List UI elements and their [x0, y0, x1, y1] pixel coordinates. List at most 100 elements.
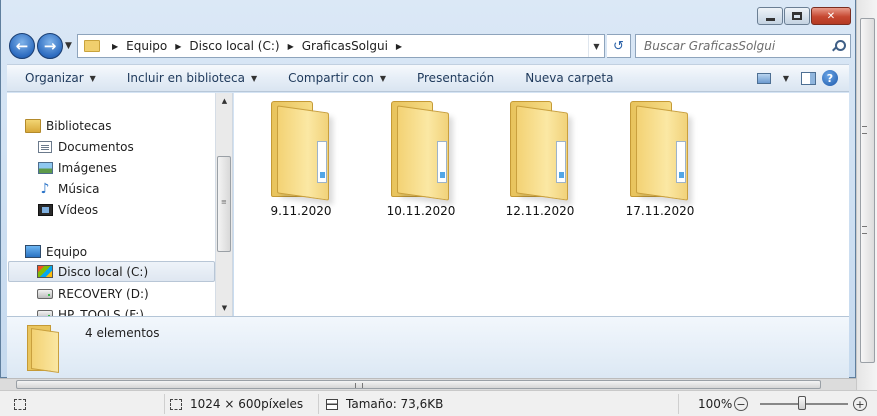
folder-name: 9.11.2020 — [270, 204, 332, 218]
chevron-down-icon: ▼ — [89, 73, 96, 83]
change-view-button[interactable] — [755, 70, 773, 86]
outer-horizontal-scroll-thumb[interactable] — [16, 380, 821, 389]
nav-item-imagenes[interactable]: Imágenes — [37, 157, 215, 178]
view-tools: ▼ ? — [755, 70, 849, 86]
outer-vertical-scrollbar[interactable] — [856, 0, 877, 390]
search-field[interactable]: Buscar GraficasSolgui — [635, 34, 851, 58]
maximize-icon — [792, 12, 802, 20]
refresh-icon: ↺ — [613, 38, 624, 54]
chevron-down-icon: ▼ — [593, 41, 600, 51]
folder-item[interactable]: 10.11.2020 — [376, 101, 466, 218]
address-bar[interactable]: ▶ Equipo ▶ Disco local (C:) ▶ GraficasSo… — [77, 34, 605, 58]
pictures-icon — [37, 161, 53, 174]
chevron-down-icon: ▼ — [251, 73, 258, 83]
nav-item-equipo[interactable]: Equipo — [25, 241, 215, 262]
help-button[interactable]: ? — [821, 70, 839, 86]
nav-item-label: RECOVERY (D:) — [58, 286, 149, 301]
folder-icon — [27, 325, 63, 373]
breadcrumb-disco-local[interactable]: Disco local (C:) — [189, 39, 279, 53]
nav-item-musica[interactable]: ♪ Música — [37, 178, 215, 199]
preview-pane-icon — [800, 71, 816, 85]
chevron-right-icon[interactable]: ▶ — [112, 42, 118, 51]
videos-icon — [37, 203, 53, 216]
file-size: Tamaño: 73,6KB — [326, 391, 443, 416]
slideshow-button[interactable]: Presentación — [399, 71, 507, 85]
include-in-library-menu[interactable]: Incluir en biblioteca ▼ — [109, 71, 270, 85]
system-drive-icon — [37, 265, 53, 278]
scroll-grip-icon — [355, 383, 363, 388]
nav-item-documentos[interactable]: Documentos — [37, 136, 215, 157]
outer-vertical-scroll-thumb[interactable] — [860, 18, 875, 363]
new-folder-button[interactable]: Nueva carpeta — [507, 71, 626, 85]
scroll-grip-icon — [862, 226, 867, 234]
folder-item[interactable]: 9.11.2020 — [256, 101, 346, 218]
nav-item-bibliotecas[interactable]: Bibliotecas — [25, 115, 215, 136]
nav-item-recovery[interactable]: RECOVERY (D:) — [37, 283, 215, 304]
nav-item-label: Equipo — [46, 244, 88, 259]
forward-button[interactable]: → — [37, 33, 63, 59]
search-icon[interactable] — [832, 40, 846, 52]
dimensions-text: 1024 × 600píxeles — [190, 397, 304, 411]
folder-icon — [391, 101, 451, 201]
nav-item-label: Música — [58, 181, 100, 196]
outer-horizontal-scrollbar[interactable] — [0, 378, 856, 390]
scroll-down-icon[interactable]: ▼ — [216, 300, 233, 316]
nav-item-disco-local[interactable]: Disco local (C:) — [8, 261, 215, 282]
zoom-in-icon: + — [853, 397, 867, 411]
folder-name: 12.11.2020 — [505, 204, 575, 218]
breadcrumb-equipo[interactable]: Equipo — [126, 39, 167, 53]
item-count: 4 elementos — [85, 326, 160, 340]
nav-item-label: Documentos — [58, 139, 134, 154]
folder-item[interactable]: 17.11.2020 — [615, 101, 705, 218]
minimize-icon — [765, 17, 775, 21]
selection-tool-icon[interactable] — [14, 391, 34, 416]
maximize-button[interactable] — [784, 7, 810, 25]
folder-icon — [630, 101, 690, 201]
dimensions-icon — [170, 398, 182, 410]
nav-item-label: Disco local (C:) — [58, 264, 149, 279]
zoom-out-button[interactable]: − — [734, 391, 748, 416]
nav-item-label: Vídeos — [58, 202, 99, 217]
arrow-left-icon: ← — [15, 37, 29, 55]
folder-icon — [271, 101, 331, 201]
close-button[interactable]: ✕ — [811, 7, 851, 25]
share-with-label: Compartir con — [288, 71, 374, 85]
nav-item-label: Imágenes — [58, 160, 117, 175]
nav-item-videos[interactable]: Vídeos — [37, 199, 215, 220]
zoom-slider-thumb[interactable] — [798, 396, 806, 410]
recent-pages-dropdown[interactable]: ▼ — [65, 41, 72, 51]
refresh-button[interactable]: ↺ — [607, 34, 631, 58]
back-button[interactable]: ← — [9, 33, 35, 59]
documents-icon — [38, 140, 52, 153]
folder-item[interactable]: 12.11.2020 — [495, 101, 585, 218]
chevron-right-icon[interactable]: ▶ — [396, 42, 402, 51]
navigation-pane: Bibliotecas Documentos Imágenes ♪ Música… — [7, 93, 216, 316]
image-dimensions: 1024 × 600píxeles — [170, 391, 303, 416]
share-with-menu[interactable]: Compartir con ▼ — [270, 71, 399, 85]
zoom-in-button[interactable]: + — [853, 391, 867, 416]
zoom-level: 100% — [698, 397, 733, 411]
folder-icon — [84, 40, 100, 52]
chevron-right-icon[interactable]: ▶ — [175, 42, 181, 51]
status-bar: 1024 × 600píxeles Tamaño: 73,6KB 100% − … — [0, 390, 877, 416]
organize-label: Organizar — [25, 71, 84, 85]
view-options-dropdown[interactable]: ▼ — [777, 70, 795, 86]
breadcrumb-graficassolgui[interactable]: GraficasSolgui — [302, 39, 388, 53]
organize-menu[interactable]: Organizar ▼ — [7, 71, 109, 85]
preview-pane-button[interactable] — [799, 70, 817, 86]
nav-item-hp-tools[interactable]: HP_TOOLS (F:) — [37, 304, 215, 317]
scroll-up-icon[interactable]: ▲ — [216, 93, 233, 109]
slideshow-label: Presentación — [416, 71, 495, 85]
navigation-pane-scroll-thumb[interactable]: ≡ — [217, 156, 231, 252]
chevron-right-icon[interactable]: ▶ — [288, 42, 294, 51]
scroll-grip-icon — [862, 126, 867, 134]
address-history-dropdown[interactable]: ▼ — [588, 35, 604, 57]
size-text: Tamaño: 73,6KB — [346, 397, 444, 411]
chevron-down-icon: ▼ — [379, 73, 386, 83]
drive-icon — [37, 288, 53, 299]
minimize-button[interactable] — [757, 7, 783, 25]
caption-buttons: ✕ — [756, 7, 851, 25]
nav-item-label: HP_TOOLS (F:) — [58, 307, 144, 317]
navigation-pane-scrollbar[interactable]: ▲ ≡ ▼ — [216, 93, 233, 316]
navigation-bar: ← → ▼ ▶ Equipo ▶ Disco local (C:) ▶ Graf… — [7, 33, 851, 59]
